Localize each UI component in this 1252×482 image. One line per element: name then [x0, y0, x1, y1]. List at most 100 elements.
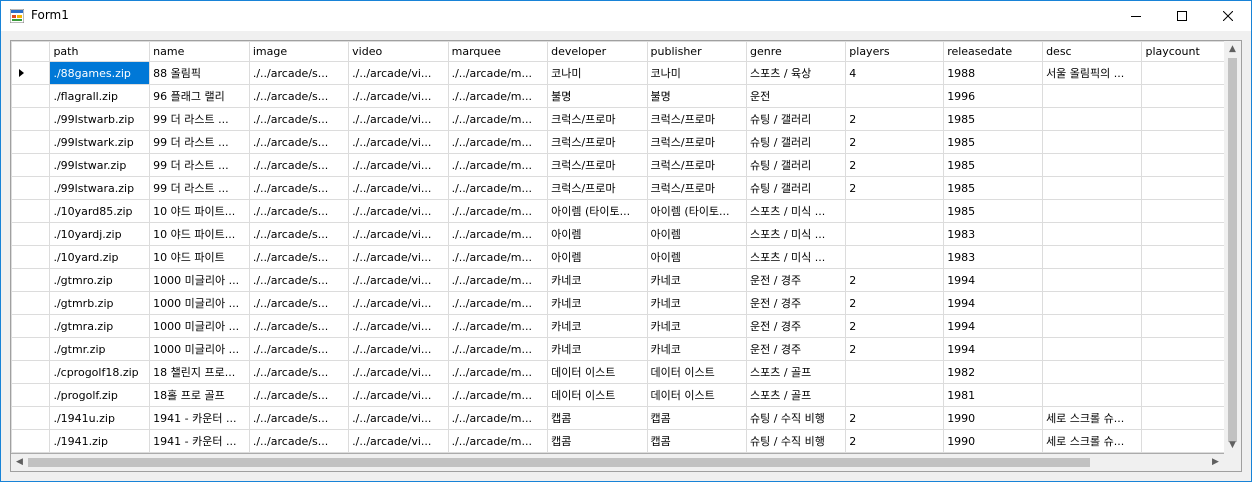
column-header-players[interactable]: players	[845, 41, 945, 62]
grid-cell-name[interactable]: 99 더 라스트 ...	[149, 176, 250, 200]
grid-cell-image[interactable]: ./../arcade/s...	[248, 61, 350, 85]
grid-cell-desc[interactable]	[1042, 130, 1143, 154]
grid-cell-publisher[interactable]: 데이터 이스트	[646, 383, 747, 407]
table-row[interactable]: ./cprogolf18.zip 18 챌린지 프로... ./../arcade/…	[11, 360, 1241, 384]
table-row[interactable]: ./99lstwar.zip 99 더 라스트 ... ./../arcade/s.…	[11, 153, 1241, 177]
row-header[interactable]	[11, 245, 51, 269]
grid-cell-desc[interactable]	[1042, 199, 1143, 223]
grid-cell-releasedate[interactable]: 1983	[943, 222, 1044, 246]
table-row[interactable]: ./gtmro.zip 1000 미글리아 ... ./../arcade/s...…	[11, 268, 1241, 292]
grid-cell-video[interactable]: ./../arcade/vi...	[348, 291, 449, 315]
grid-cell-path[interactable]: ./gtmra.zip	[49, 314, 151, 338]
row-header[interactable]	[11, 383, 51, 407]
grid-cell-marquee[interactable]: ./../arcade/m...	[447, 291, 549, 315]
grid-cell-players[interactable]: 2	[845, 130, 945, 154]
grid-cell-video[interactable]: ./../arcade/vi...	[348, 84, 449, 108]
grid-cell-marquee[interactable]: ./../arcade/m...	[447, 153, 549, 177]
grid-cell-developer[interactable]: 크럭스/프로마	[547, 130, 648, 154]
table-row[interactable]: ./99lstwara.zip 99 더 라스트 ... ./../arcade/s…	[11, 176, 1241, 200]
grid-cell-name[interactable]: 1000 미글리아 ...	[149, 337, 250, 361]
grid-cell-developer[interactable]: 코나미	[547, 61, 648, 85]
grid-cell-developer[interactable]: 데이터 이스트	[547, 360, 648, 384]
grid-cell-players[interactable]	[845, 360, 945, 384]
grid-cell-video[interactable]: ./../arcade/vi...	[348, 383, 449, 407]
grid-cell-name[interactable]: 88 올림픽	[149, 61, 250, 85]
grid-cell-video[interactable]: ./../arcade/vi...	[348, 360, 449, 384]
grid-cell-genre[interactable]: 스포츠 / 육상	[745, 61, 847, 85]
table-row[interactable]: ./gtmrb.zip 1000 미글리아 ... ./../arcade/s...…	[11, 291, 1241, 315]
grid-corner-header[interactable]	[11, 41, 51, 62]
table-row[interactable]: ./progolf.zip 18홀 프로 골프 ./../arcade/s... ./…	[11, 383, 1241, 407]
grid-cell-desc[interactable]	[1042, 245, 1143, 269]
grid-cell-video[interactable]: ./../arcade/vi...	[348, 268, 449, 292]
grid-cell-genre[interactable]: 스포츠 / 미식 ...	[745, 245, 847, 269]
grid-cell-marquee[interactable]: ./../arcade/m...	[447, 222, 549, 246]
grid-cell-marquee[interactable]: ./../arcade/m...	[447, 176, 549, 200]
grid-cell-developer[interactable]: 카네코	[547, 314, 648, 338]
data-grid[interactable]: path name image video marquee developer publis…	[10, 40, 1242, 472]
close-button[interactable]	[1205, 1, 1251, 31]
grid-cell-image[interactable]: ./../arcade/s...	[248, 130, 350, 154]
grid-cell-releasedate[interactable]: 1988	[943, 61, 1044, 85]
grid-cell-path[interactable]: ./99lstwark.zip	[49, 130, 151, 154]
grid-cell-publisher[interactable]: 크럭스/프로마	[646, 130, 747, 154]
grid-cell-desc[interactable]: 세로 스크롤 슈...	[1042, 429, 1143, 453]
grid-cell-publisher[interactable]: 캡콤	[646, 406, 747, 430]
grid-cell-publisher[interactable]: 아이렘 (타이토...	[646, 199, 747, 223]
row-header[interactable]	[11, 406, 51, 430]
grid-cell-publisher[interactable]: 크럭스/프로마	[646, 107, 747, 131]
row-header[interactable]	[11, 176, 51, 200]
row-header[interactable]	[11, 199, 51, 223]
grid-cell-genre[interactable]: 슈팅 / 갤러리	[745, 107, 847, 131]
grid-cell-image[interactable]: ./../arcade/s...	[248, 337, 350, 361]
table-row[interactable]: ./1941u.zip 1941 - 카운터 ... ./../arcade/s..…	[11, 406, 1241, 430]
grid-cell-name[interactable]: 96 플래그 랠리	[149, 84, 250, 108]
grid-cell-releasedate[interactable]: 1985	[943, 107, 1044, 131]
scroll-up-icon[interactable]: ▲	[1224, 41, 1241, 58]
grid-cell-releasedate[interactable]: 1985	[943, 130, 1044, 154]
column-header-name[interactable]: name	[149, 41, 250, 62]
grid-cell-releasedate[interactable]: 1994	[943, 268, 1044, 292]
grid-cell-desc[interactable]: 세로 스크롤 슈...	[1042, 406, 1143, 430]
horizontal-scrollbar[interactable]: ◀ ▶	[11, 454, 1224, 471]
grid-cell-marquee[interactable]: ./../arcade/m...	[447, 268, 549, 292]
grid-cell-releasedate[interactable]: 1981	[943, 383, 1044, 407]
row-header[interactable]	[11, 84, 51, 108]
grid-cell-image[interactable]: ./../arcade/s...	[248, 429, 350, 453]
grid-cell-name[interactable]: 18홀 프로 골프	[149, 383, 250, 407]
grid-cell-players[interactable]	[845, 199, 945, 223]
row-header[interactable]	[11, 268, 51, 292]
grid-cell-marquee[interactable]: ./../arcade/m...	[447, 383, 549, 407]
grid-cell-players[interactable]: 2	[845, 429, 945, 453]
grid-cell-developer[interactable]: 캡콤	[547, 406, 648, 430]
grid-cell-image[interactable]: ./../arcade/s...	[248, 176, 350, 200]
grid-cell-desc[interactable]	[1042, 153, 1143, 177]
table-row[interactable]: ./10yardj.zip 10 야드 파이트... ./../arcade/s..…	[11, 222, 1241, 246]
row-header[interactable]	[11, 153, 51, 177]
grid-cell-genre[interactable]: 슈팅 / 수직 비행	[745, 429, 847, 453]
grid-cell-video[interactable]: ./../arcade/vi...	[348, 130, 449, 154]
grid-cell-genre[interactable]: 운전 / 경주	[745, 268, 847, 292]
grid-cell-image[interactable]: ./../arcade/s...	[248, 314, 350, 338]
grid-cell-releasedate[interactable]: 1994	[943, 314, 1044, 338]
grid-cell-video[interactable]: ./../arcade/vi...	[348, 153, 449, 177]
grid-cell-players[interactable]: 2	[845, 153, 945, 177]
grid-cell-genre[interactable]: 스포츠 / 미식 ...	[745, 222, 847, 246]
grid-cell-publisher[interactable]: 데이터 이스트	[646, 360, 747, 384]
horizontal-scroll-thumb[interactable]	[28, 458, 1090, 467]
grid-cell-players[interactable]: 2	[845, 337, 945, 361]
grid-cell-players[interactable]: 2	[845, 176, 945, 200]
column-header-image[interactable]: image	[248, 41, 350, 62]
grid-cell-genre[interactable]: 슈팅 / 갤러리	[745, 176, 847, 200]
grid-cell-desc[interactable]	[1042, 268, 1143, 292]
grid-cell-video[interactable]: ./../arcade/vi...	[348, 429, 449, 453]
grid-cell-video[interactable]: ./../arcade/vi...	[348, 61, 449, 85]
grid-cell-marquee[interactable]: ./../arcade/m...	[447, 84, 549, 108]
row-header[interactable]	[11, 222, 51, 246]
grid-cell-releasedate[interactable]: 1996	[943, 84, 1044, 108]
grid-cell-path[interactable]: ./99lstwara.zip	[49, 176, 151, 200]
grid-cell-desc[interactable]	[1042, 176, 1143, 200]
grid-cell-publisher[interactable]: 크럭스/프로마	[646, 176, 747, 200]
grid-cell-players[interactable]: 2	[845, 314, 945, 338]
title-bar[interactable]: Form1	[1, 1, 1251, 31]
